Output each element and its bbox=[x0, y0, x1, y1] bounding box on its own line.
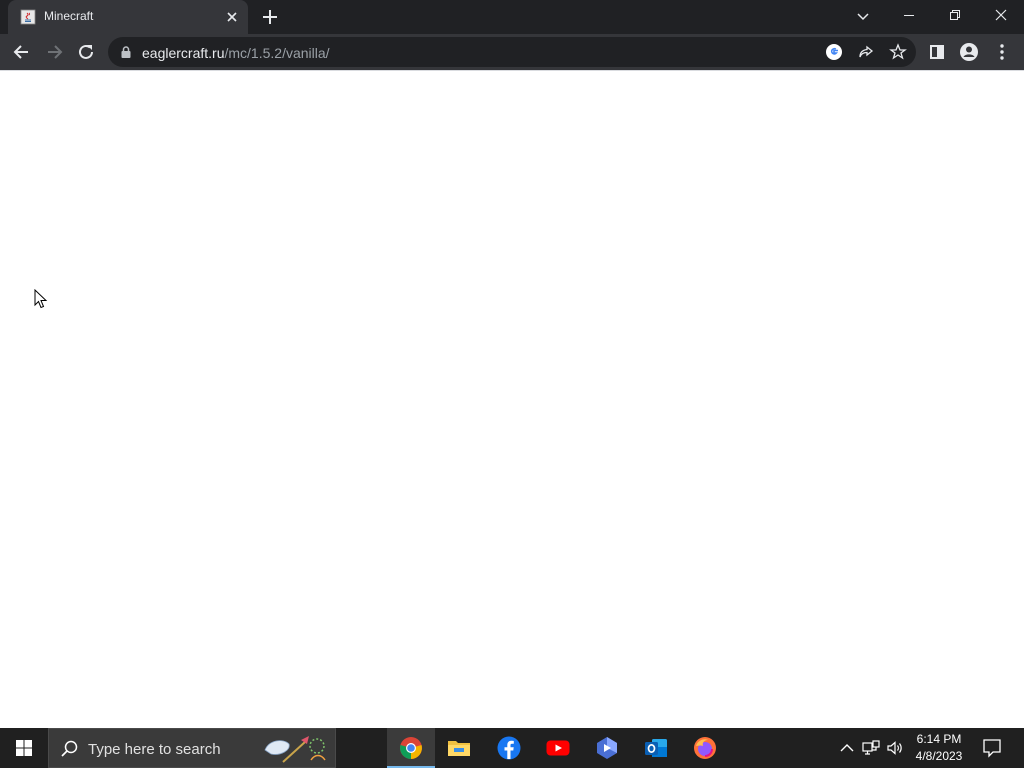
taskbar-chrome[interactable] bbox=[387, 728, 435, 768]
browser-toolbar: eaglercraft.ru/mc/1.5.2/vanilla/ bbox=[0, 34, 1024, 70]
taskbar-outlook[interactable] bbox=[632, 728, 680, 768]
tab-title: Minecraft bbox=[44, 9, 94, 23]
taskbar-file-explorer[interactable] bbox=[435, 728, 483, 768]
lock-icon[interactable] bbox=[120, 45, 132, 59]
minimize-icon bbox=[904, 15, 914, 16]
restore-icon bbox=[950, 10, 960, 20]
taskbar-clock[interactable]: 6:14 PM 4/8/2023 bbox=[906, 731, 972, 765]
file-explorer-icon bbox=[448, 741, 470, 756]
notifications-icon[interactable] bbox=[982, 738, 1002, 758]
chevron-up-icon[interactable] bbox=[838, 739, 856, 757]
clock-time: 6:14 PM bbox=[916, 732, 962, 746]
tab-search-button[interactable] bbox=[854, 7, 872, 25]
volume-icon[interactable] bbox=[886, 739, 904, 757]
clock-date: 4/8/2023 bbox=[915, 749, 963, 763]
address-bar[interactable]: eaglercraft.ru/mc/1.5.2/vanilla/ bbox=[108, 37, 916, 67]
window-close-button[interactable] bbox=[978, 0, 1024, 30]
url-text[interactable]: eaglercraft.ru/mc/1.5.2/vanilla/ bbox=[142, 45, 330, 61]
search-placeholder: Type here to search bbox=[88, 741, 221, 758]
minimize-button[interactable] bbox=[886, 0, 932, 30]
youtube-icon bbox=[546, 740, 570, 756]
mouse-cursor-icon bbox=[34, 289, 48, 309]
page-content[interactable] bbox=[0, 71, 1024, 728]
facebook-icon bbox=[497, 736, 521, 760]
menu-dots-icon[interactable] bbox=[991, 41, 1013, 63]
restore-button[interactable] bbox=[932, 0, 978, 30]
tab-minecraft[interactable]: Minecraft bbox=[8, 0, 248, 34]
outlook-icon bbox=[645, 739, 667, 757]
forward-button[interactable] bbox=[43, 41, 65, 63]
taskbar-firefox[interactable] bbox=[681, 728, 729, 768]
chrome-icon bbox=[400, 737, 422, 759]
search-highlight-icon bbox=[264, 736, 326, 763]
search-icon bbox=[61, 740, 78, 757]
side-panel-button[interactable] bbox=[926, 41, 948, 63]
reload-button[interactable] bbox=[75, 41, 97, 63]
tab-strip: Minecraft bbox=[0, 0, 1024, 34]
close-icon[interactable] bbox=[224, 9, 240, 25]
back-button[interactable] bbox=[11, 41, 33, 63]
taskbar: Type here to search 6:14 PM 4/8/2023 bbox=[0, 728, 1024, 768]
profile-icon[interactable] bbox=[958, 41, 980, 63]
taskbar-search[interactable]: Type here to search bbox=[48, 728, 336, 768]
bookmark-star-icon[interactable] bbox=[889, 43, 907, 61]
taskbar-facebook[interactable] bbox=[485, 728, 533, 768]
share-icon[interactable] bbox=[857, 43, 875, 61]
windows-start-button[interactable] bbox=[0, 728, 48, 768]
taskbar-azure-data-studio[interactable] bbox=[583, 728, 631, 768]
google-icon[interactable] bbox=[825, 43, 843, 61]
taskbar-youtube[interactable] bbox=[534, 728, 582, 768]
azure-data-studio-icon bbox=[597, 737, 617, 759]
close-icon bbox=[995, 9, 1007, 21]
java-icon bbox=[20, 9, 36, 25]
url-path: /mc/1.5.2/vanilla/ bbox=[224, 45, 330, 61]
firefox-icon bbox=[694, 737, 716, 759]
new-tab-button[interactable] bbox=[261, 8, 279, 26]
url-host: eaglercraft.ru bbox=[142, 45, 225, 61]
network-icon[interactable] bbox=[862, 739, 880, 757]
